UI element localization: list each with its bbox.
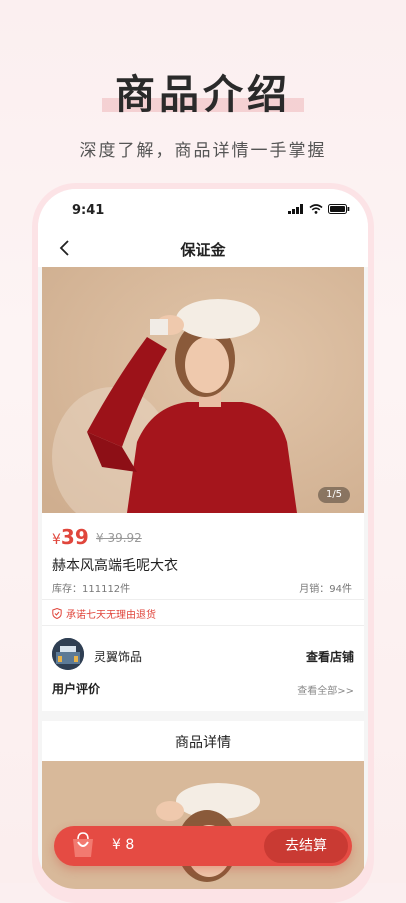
detail-photo [42,761,364,889]
nav-title: 保证金 [180,241,226,259]
checkout-bar: ¥ 8 去结算 [54,826,352,866]
nav-bar: 保证金 [38,231,368,267]
currency-symbol: ¥ [52,532,61,548]
divider [42,599,364,600]
original-price: ¥ 39.92 [96,531,142,545]
reviews-label: 用户评价 [52,682,101,696]
detail-section-header: 商品详情 [42,721,364,761]
shopping-bag-icon[interactable] [68,830,98,860]
product-image-carousel[interactable]: 1/5 [42,267,364,513]
shop-avatar[interactable] [52,638,84,670]
hero-subtitle: 深度了解，商品详情一手掌握 [79,141,327,161]
signal-icon [288,204,303,214]
price-value: 39 [60,525,89,549]
product-photo [42,267,364,513]
view-all-reviews-link[interactable]: 查看全部>> [297,682,354,697]
detail-image [42,761,364,889]
phone-screen: 9:41 保证金 1/5 ¥39 ¥ 39.92 赫本风高端毛呢大衣 库存：11… [38,189,368,889]
shop-name: 灵翼饰品 [94,650,143,664]
image-counter: 1/5 [318,487,350,503]
product-name: 赫本风高端毛呢大衣 [52,558,178,574]
shop-avatar-image [52,638,84,670]
divider [42,625,364,626]
status-icons [288,204,350,214]
detail-title: 商品详情 [175,735,231,751]
battery-icon [328,204,350,214]
status-bar: 9:41 [38,189,368,231]
checkout-button[interactable]: 去结算 [264,829,348,863]
visit-shop-link[interactable]: 查看店铺 [306,648,354,665]
status-time: 9:41 [72,203,105,218]
wifi-icon [309,204,323,214]
monthly-sales: 月销：94件 [299,584,352,595]
stock-count: 库存：111112件 [52,584,131,595]
product-info-card: ¥39 ¥ 39.92 赫本风高端毛呢大衣 库存：111112件 月销：94件 … [42,513,364,711]
current-price: ¥39 [52,525,89,549]
cart-total: ¥ 8 [112,837,135,853]
shield-icon [52,608,62,619]
return-promise: 承诺七天无理由退货 [52,606,156,621]
hero-title: 商品介绍 [115,72,291,118]
return-promise-text: 承诺七天无理由退货 [66,610,156,621]
